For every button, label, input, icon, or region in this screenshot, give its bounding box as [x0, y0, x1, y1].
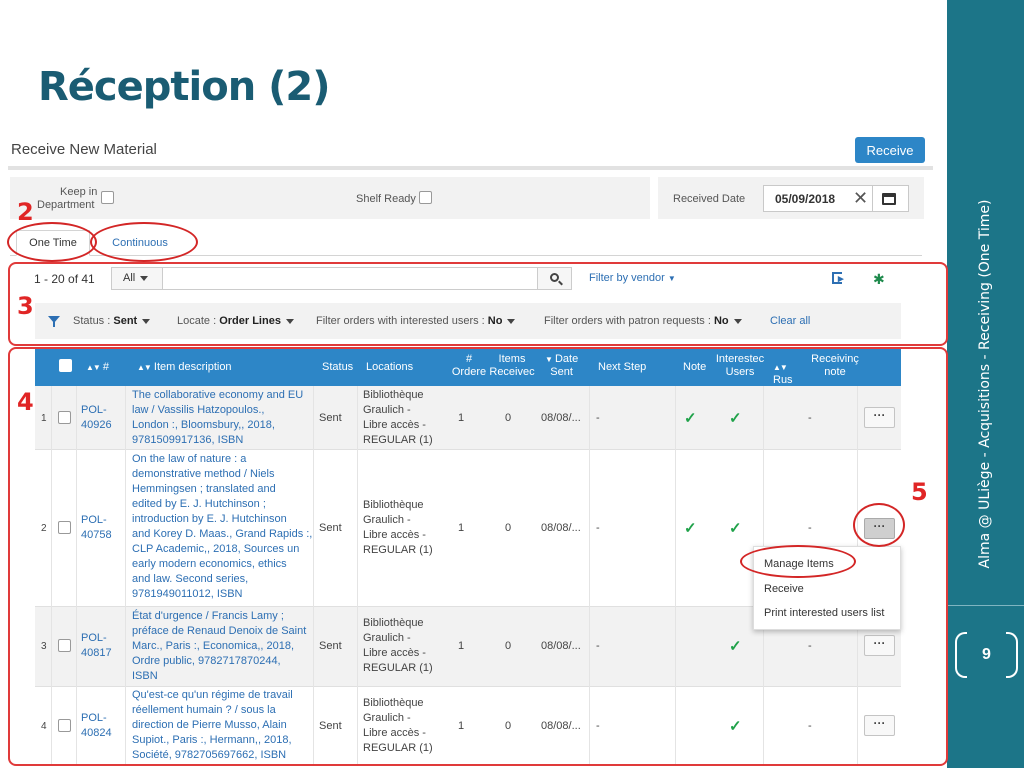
shelf-ready-checkbox[interactable]	[419, 191, 432, 204]
page-number-text: 9	[982, 646, 991, 663]
header-divider	[8, 166, 933, 170]
receive-button[interactable]: Receive	[855, 137, 925, 163]
annotation-number-2: 2	[17, 198, 34, 226]
bracket-right	[1006, 632, 1018, 678]
annotation-oval-one-time	[7, 222, 97, 262]
page-heading: Receive New Material	[11, 141, 157, 158]
annotation-oval-actions	[853, 503, 905, 547]
annotation-oval-continuous	[90, 222, 198, 262]
annotation-number-5: 5	[911, 478, 928, 506]
date-separator	[872, 185, 873, 212]
annotation-number-4: 4	[17, 388, 34, 416]
calendar-icon[interactable]	[882, 193, 896, 205]
keep-in-department-label-2: Department	[37, 199, 95, 211]
keep-in-department-label-1: Keep in	[60, 186, 98, 198]
bracket-left	[955, 632, 967, 678]
annotation-number-3: 3	[17, 292, 34, 320]
received-date-value: 05/09/2018	[775, 192, 836, 206]
annotation-oval-manage-items	[740, 545, 856, 578]
side-caption: Alma @ ULiège - Acquisitions - Receiving…	[977, 199, 993, 569]
band-divider	[947, 605, 1024, 606]
shelf-ready-label: Shelf Ready	[356, 193, 416, 205]
keep-in-department-checkbox[interactable]	[101, 191, 114, 204]
page-number: 9	[955, 632, 1018, 678]
received-date-label: Received Date	[673, 193, 746, 205]
clear-date-icon[interactable]: ✕	[853, 188, 868, 209]
slide-title: Réception (2)	[38, 64, 331, 110]
annotation-box-search	[8, 262, 948, 346]
